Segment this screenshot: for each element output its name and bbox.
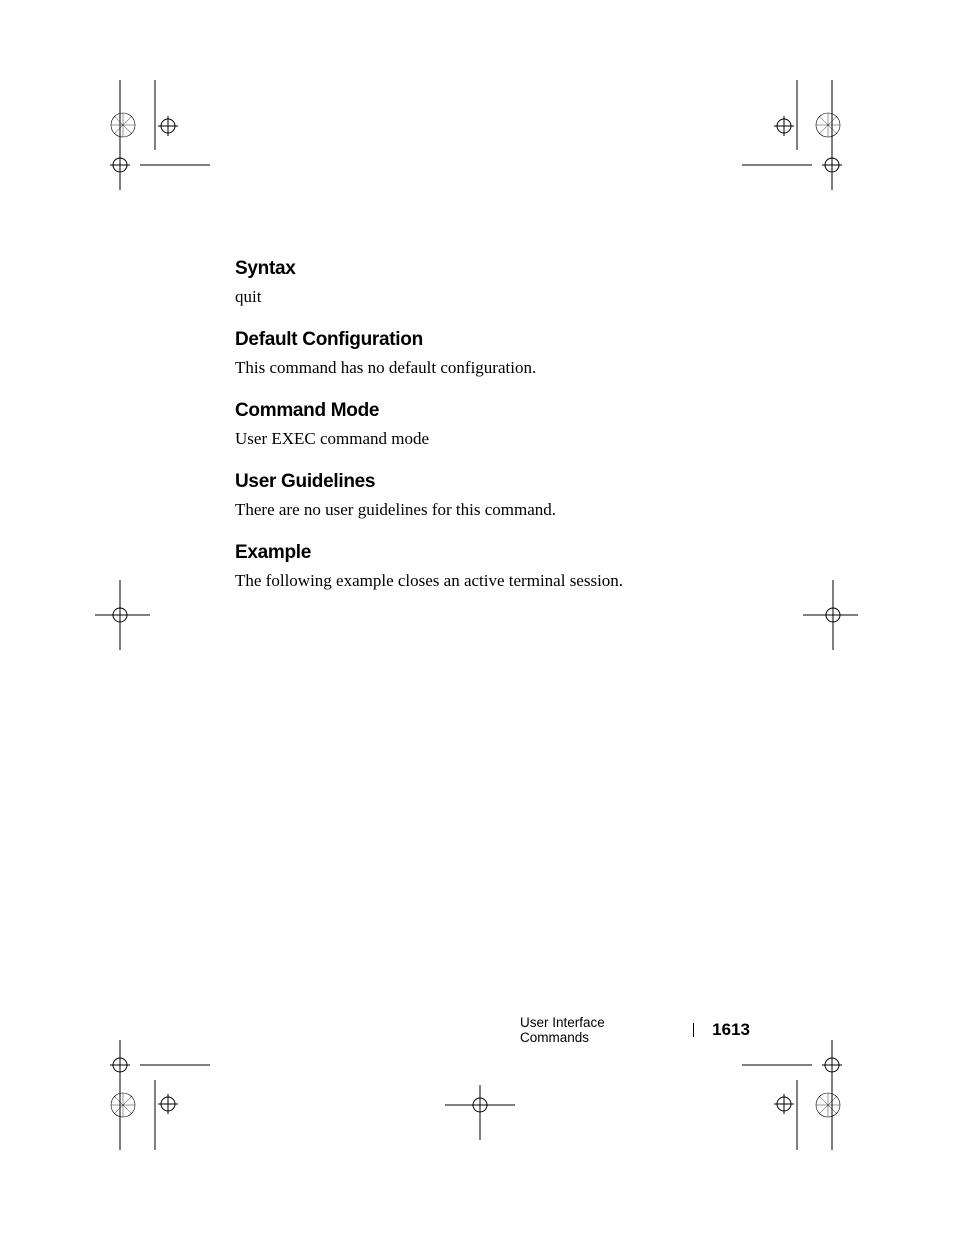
heading-user-guidelines: User Guidelines <box>235 471 755 493</box>
heading-example: Example <box>235 542 755 564</box>
footer-title: User Interface Commands <box>520 1015 675 1045</box>
crop-mark-mid-right <box>798 580 858 650</box>
crop-mark-mid-left <box>95 580 155 650</box>
footer-page-number: 1613 <box>712 1020 750 1040</box>
heading-syntax: Syntax <box>235 258 755 280</box>
body-user-guidelines: There are no user guidelines for this co… <box>235 499 755 522</box>
section-syntax: Syntax quit <box>235 258 755 309</box>
registration-circle-bottom-left <box>110 1092 136 1118</box>
page-content: Syntax quit Default Configuration This c… <box>235 258 755 613</box>
footer-divider <box>693 1023 694 1037</box>
registration-circle-bottom-right <box>815 1092 841 1118</box>
section-example: Example The following example closes an … <box>235 542 755 593</box>
body-syntax: quit <box>235 286 755 309</box>
body-default-config: This command has no default configuratio… <box>235 357 755 380</box>
body-command-mode: User EXEC command mode <box>235 428 755 451</box>
section-user-guidelines: User Guidelines There are no user guidel… <box>235 471 755 522</box>
heading-command-mode: Command Mode <box>235 400 755 422</box>
registration-circle-top-left <box>110 112 136 138</box>
registration-circle-top-right <box>815 112 841 138</box>
page-footer: User Interface Commands 1613 <box>520 1015 750 1045</box>
body-example: The following example closes an active t… <box>235 570 755 593</box>
heading-default-config: Default Configuration <box>235 329 755 351</box>
crop-mark-bottom-center <box>445 1080 515 1140</box>
section-command-mode: Command Mode User EXEC command mode <box>235 400 755 451</box>
section-default-config: Default Configuration This command has n… <box>235 329 755 380</box>
